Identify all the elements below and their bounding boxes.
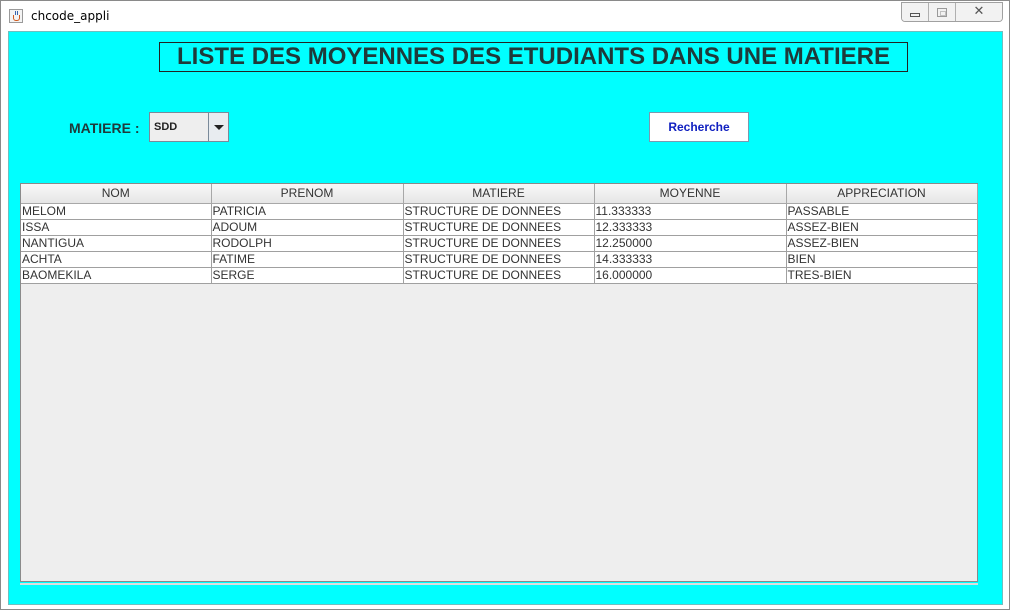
cell-moyenne[interactable]: 14.333333 bbox=[593, 250, 787, 268]
table-row[interactable]: BAOMEKILA SERGE STRUCTURE DE DONNEES 16.… bbox=[21, 266, 978, 284]
table-row[interactable]: ISSA ADOUM STRUCTURE DE DONNEES 12.33333… bbox=[21, 218, 978, 236]
window-title: chcode_appli bbox=[31, 9, 110, 23]
maximize-icon bbox=[937, 8, 947, 17]
cell-appreciation[interactable]: BIEN bbox=[785, 250, 978, 268]
search-button[interactable]: Recherche bbox=[649, 112, 749, 142]
column-header-matiere[interactable]: MATIERE bbox=[402, 184, 595, 204]
cell-appreciation[interactable]: ASSEZ-BIEN bbox=[785, 218, 978, 236]
cell-nom[interactable]: MELOM bbox=[21, 202, 212, 220]
matiere-selected-value: SDD bbox=[154, 121, 178, 133]
matiere-label: MATIERE : bbox=[69, 120, 140, 136]
matiere-select[interactable]: SDD bbox=[149, 112, 229, 142]
cell-prenom[interactable]: ADOUM bbox=[210, 218, 404, 236]
cell-prenom[interactable]: PATRICIA bbox=[210, 202, 404, 220]
column-header-prenom[interactable]: PRENOM bbox=[210, 184, 404, 204]
dropdown-arrow-button[interactable] bbox=[208, 113, 228, 141]
cell-prenom[interactable]: RODOLPH bbox=[210, 234, 404, 252]
page-title: LISTE DES MOYENNES DES ETUDIANTS DANS UN… bbox=[159, 42, 908, 72]
table-header-row: NOM PRENOM MATIERE MOYENNE APPRECIATION bbox=[21, 184, 978, 204]
cell-matiere[interactable]: STRUCTURE DE DONNEES bbox=[402, 266, 595, 284]
cell-nom[interactable]: NANTIGUA bbox=[21, 234, 212, 252]
cell-moyenne[interactable]: 12.333333 bbox=[593, 218, 787, 236]
window-controls: ✕ bbox=[901, 2, 1003, 22]
cell-appreciation[interactable]: PASSABLE bbox=[785, 202, 978, 220]
minimize-button[interactable] bbox=[902, 3, 929, 21]
column-header-nom[interactable]: NOM bbox=[21, 184, 212, 204]
cell-moyenne[interactable]: 11.333333 bbox=[593, 202, 787, 220]
close-icon: ✕ bbox=[973, 4, 985, 19]
java-cup-icon bbox=[9, 9, 23, 23]
cell-moyenne[interactable]: 12.250000 bbox=[593, 234, 787, 252]
chevron-down-icon bbox=[214, 125, 224, 130]
column-header-moyenne[interactable]: MOYENNE bbox=[593, 184, 787, 204]
maximize-button[interactable] bbox=[929, 3, 956, 21]
cell-moyenne[interactable]: 16.000000 bbox=[593, 266, 787, 284]
close-button[interactable]: ✕ bbox=[956, 3, 1002, 21]
table-row[interactable]: MELOM PATRICIA STRUCTURE DE DONNEES 11.3… bbox=[21, 202, 978, 220]
title-bar[interactable]: chcode_appli ✕ bbox=[1, 1, 1009, 31]
results-table: NOM PRENOM MATIERE MOYENNE APPRECIATION … bbox=[21, 184, 978, 284]
minimize-icon bbox=[910, 13, 920, 17]
cell-matiere[interactable]: STRUCTURE DE DONNEES bbox=[402, 218, 595, 236]
cell-prenom[interactable]: FATIME bbox=[210, 250, 404, 268]
cell-matiere[interactable]: STRUCTURE DE DONNEES bbox=[402, 202, 595, 220]
table-row[interactable]: NANTIGUA RODOLPH STRUCTURE DE DONNEES 12… bbox=[21, 234, 978, 252]
results-table-area[interactable]: NOM PRENOM MATIERE MOYENNE APPRECIATION … bbox=[20, 183, 978, 582]
cell-appreciation[interactable]: ASSEZ-BIEN bbox=[785, 234, 978, 252]
main-panel: LISTE DES MOYENNES DES ETUDIANTS DANS UN… bbox=[8, 31, 1003, 605]
column-header-appreciation[interactable]: APPRECIATION bbox=[785, 184, 978, 204]
cell-matiere[interactable]: STRUCTURE DE DONNEES bbox=[402, 234, 595, 252]
cell-nom[interactable]: ISSA bbox=[21, 218, 212, 236]
cell-prenom[interactable]: SERGE bbox=[210, 266, 404, 284]
table-row[interactable]: ACHTA FATIME STRUCTURE DE DONNEES 14.333… bbox=[21, 250, 978, 268]
cell-nom[interactable]: ACHTA bbox=[21, 250, 212, 268]
cell-matiere[interactable]: STRUCTURE DE DONNEES bbox=[402, 250, 595, 268]
cell-appreciation[interactable]: TRES-BIEN bbox=[785, 266, 978, 284]
app-window: chcode_appli ✕ LISTE DES MOYENNES DES ET… bbox=[0, 0, 1010, 610]
cell-nom[interactable]: BAOMEKILA bbox=[21, 266, 212, 284]
table-bottom-border bbox=[20, 583, 978, 585]
